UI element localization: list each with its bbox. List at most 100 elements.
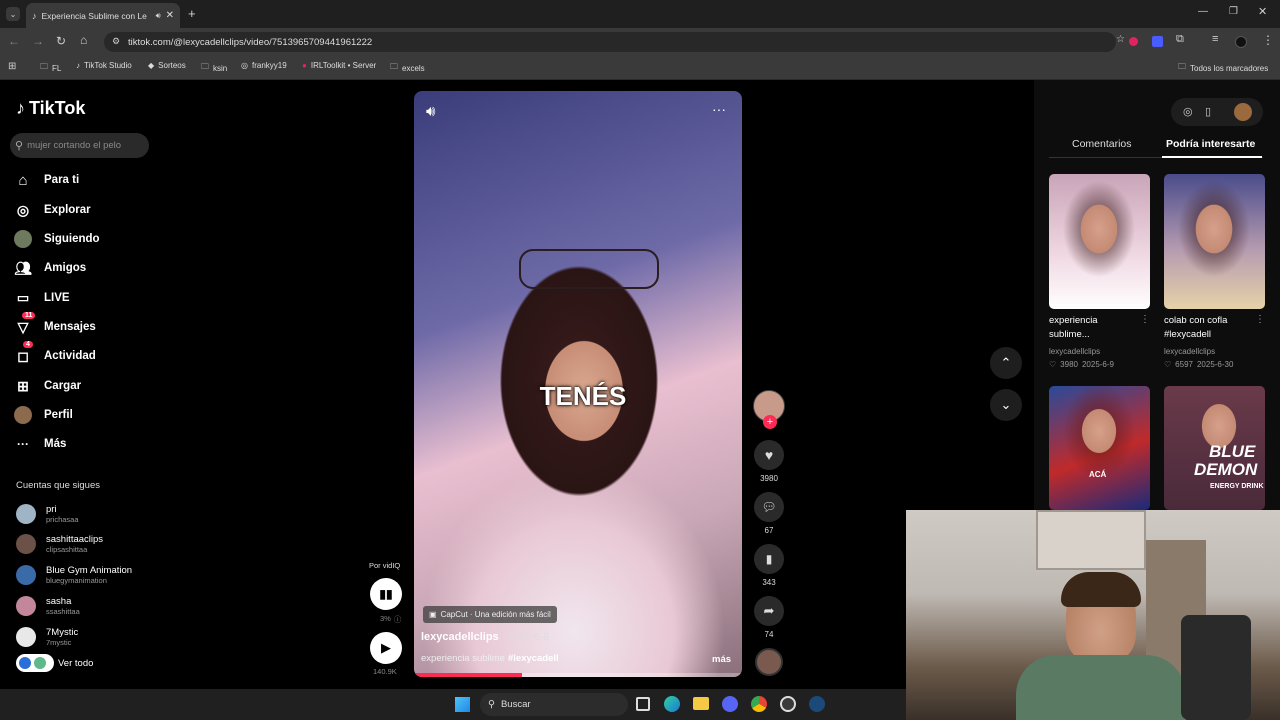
video-author[interactable]: lexycadellclips bbox=[421, 631, 499, 643]
recommended-card-4[interactable]: BLUE DEMON ENERGY DRINK bbox=[1164, 386, 1265, 510]
bookmark-irltoolkit[interactable]: ● IRLToolkit • Server bbox=[302, 61, 376, 70]
recommended-card-1[interactable] bbox=[1049, 174, 1150, 309]
nav-mas[interactable]: ··· Más bbox=[14, 432, 66, 456]
browser-menu-icon[interactable]: ⋮ bbox=[1262, 33, 1274, 47]
play-icon: ▶ bbox=[381, 640, 391, 655]
nav-mensajes[interactable]: ▽ 11 Mensajes bbox=[14, 312, 96, 339]
chrome-icon[interactable] bbox=[751, 696, 767, 712]
recommended-card-3[interactable]: ACÁ bbox=[1049, 386, 1150, 510]
card-1-more-icon[interactable]: ⋮ bbox=[1140, 314, 1150, 325]
search-input[interactable]: mujer cortando el pelo bbox=[27, 140, 121, 151]
tab-close-icon[interactable]: ✕ bbox=[166, 10, 174, 21]
all-bookmarks[interactable]: 🗀︎ Todos los marcadores bbox=[1178, 61, 1268, 75]
bookmark-tiktok-studio[interactable]: ♪ TikTok Studio bbox=[76, 61, 132, 70]
bookmark-sorteos[interactable]: ◆ Sorteos bbox=[148, 61, 186, 70]
device-icon[interactable]: ▯ bbox=[1205, 105, 1211, 118]
extensions-puzzle-icon[interactable]: ⧉ bbox=[1176, 33, 1184, 46]
next-video-button[interactable]: ⌄ bbox=[990, 389, 1022, 421]
recommended-card-2[interactable] bbox=[1164, 174, 1265, 309]
profile-avatar[interactable] bbox=[1235, 36, 1247, 48]
nav-explorar[interactable]: ◎ Explorar bbox=[14, 198, 91, 222]
forward-icon[interactable]: → bbox=[32, 34, 44, 48]
like-button[interactable]: ♥ 3980 bbox=[754, 440, 784, 483]
card-2-author[interactable]: lexycadellclips bbox=[1164, 347, 1215, 356]
description-more[interactable]: más bbox=[712, 654, 731, 665]
close-window-icon[interactable]: ✕ bbox=[1258, 5, 1267, 18]
account-sashittaaclips[interactable]: sashittaaclips clipsashittaa bbox=[16, 530, 103, 558]
nav-siguiendo[interactable]: Siguiendo bbox=[14, 227, 100, 251]
avatar bbox=[16, 596, 36, 616]
nav-actividad[interactable]: ◻ 4 Actividad bbox=[14, 341, 96, 368]
extension-toggle-icon[interactable] bbox=[16, 654, 54, 672]
tab-comentarios[interactable]: Comentarios bbox=[1072, 138, 1132, 150]
account-7mystic[interactable]: 7Mystic 7mystic bbox=[16, 623, 78, 651]
avatar bbox=[16, 504, 36, 524]
video-player[interactable]: 🔊︎ ··· TENÉS ▣ CapCut · Una edición más f… bbox=[414, 91, 742, 677]
card-2-more-icon[interactable]: ⋮ bbox=[1255, 314, 1265, 325]
edge-icon[interactable] bbox=[664, 696, 680, 712]
bookmark-fl[interactable]: 🗀︎ FL bbox=[40, 61, 61, 75]
tune-icon[interactable]: ⚙ bbox=[112, 36, 120, 47]
discord-icon[interactable] bbox=[722, 696, 738, 712]
capcut-tag[interactable]: ▣ CapCut · Una edición más fácil bbox=[423, 606, 557, 623]
new-tab-icon[interactable]: + bbox=[188, 6, 196, 21]
coin-icon[interactable]: ◎ bbox=[1183, 105, 1193, 118]
activity-badge: 4 bbox=[23, 341, 33, 348]
nav-live[interactable]: ▭ LIVE bbox=[14, 286, 70, 310]
site-info-icon[interactable]: ☆ bbox=[1116, 34, 1125, 45]
minimize-icon[interactable]: — bbox=[1198, 6, 1208, 17]
apps-grid-icon[interactable]: ⊞ bbox=[8, 61, 16, 72]
video-more-icon[interactable]: ··· bbox=[712, 101, 726, 117]
task-view-icon[interactable] bbox=[636, 697, 650, 711]
account-blue-gym[interactable]: Blue Gym Animation bluegymanimation bbox=[16, 561, 132, 589]
tab-list-icon[interactable]: ⌄ bbox=[6, 7, 20, 21]
reload-icon[interactable]: ↻ bbox=[56, 34, 66, 48]
nav-para-ti[interactable]: ⌂ Para ti bbox=[14, 168, 79, 192]
nav-perfil[interactable]: Perfil bbox=[14, 403, 73, 427]
share-button[interactable]: ➦ 74 bbox=[754, 596, 784, 639]
tab-podria-interesarte[interactable]: Podría interesarte bbox=[1166, 138, 1255, 150]
steam-icon[interactable] bbox=[809, 696, 825, 712]
extension-red-icon[interactable] bbox=[1129, 37, 1138, 46]
tiktok-logo[interactable]: ♪ TikTok bbox=[16, 98, 85, 119]
vidiq-play-button[interactable]: ▶ bbox=[370, 632, 402, 664]
author-avatar-button[interactable]: + bbox=[753, 390, 785, 429]
account-sasha[interactable]: sasha ssashittaa bbox=[16, 592, 80, 620]
browser-tab[interactable]: ♪ Experiencia Sublime con Le 🔊︎ ✕ bbox=[26, 3, 180, 28]
volume-icon[interactable]: 🔊︎ bbox=[426, 103, 435, 120]
hashtag-link[interactable]: #lexycadell bbox=[508, 653, 559, 664]
bookmark-excels[interactable]: 🗀︎ excels bbox=[390, 61, 425, 75]
save-button[interactable]: ▮ 343 bbox=[754, 544, 784, 587]
progress-track[interactable] bbox=[414, 673, 742, 677]
comment-button[interactable]: 💬︎ 67 bbox=[754, 492, 784, 535]
nav-amigos[interactable]: 👥︎ Amigos bbox=[14, 256, 86, 280]
reading-list-icon[interactable]: ≡ bbox=[1212, 33, 1218, 45]
extension-shield-icon[interactable] bbox=[1152, 36, 1163, 47]
bookmark-frankyy19[interactable]: ◎ frankyy19 bbox=[241, 61, 287, 70]
search-box[interactable]: ⚲ mujer cortando el pelo bbox=[10, 133, 149, 158]
file-explorer-icon[interactable] bbox=[693, 697, 709, 710]
vidiq-stats-button[interactable]: ▮▮ bbox=[370, 578, 402, 610]
obs-icon[interactable] bbox=[780, 696, 796, 712]
address-bar[interactable]: ⚙ tiktok.com/@lexycadellclips/video/7513… bbox=[104, 32, 1116, 52]
music-disc-avatar[interactable] bbox=[755, 648, 783, 676]
heart-outline-icon: ♡ bbox=[1164, 360, 1172, 369]
nav-cargar[interactable]: ⊞ Cargar bbox=[14, 374, 81, 398]
home-browser-icon[interactable]: ⌂ bbox=[80, 33, 87, 47]
prev-video-button[interactable]: ⌃ bbox=[990, 347, 1022, 379]
bookmark-ksin[interactable]: 🗀︎ ksin bbox=[201, 61, 227, 75]
user-avatar[interactable] bbox=[1234, 103, 1252, 121]
speaker-icon[interactable]: 🔊︎ bbox=[156, 11, 161, 21]
card-1-author[interactable]: lexycadellclips bbox=[1049, 347, 1100, 356]
card-2-title[interactable]: colab con cofla #lexycadell bbox=[1164, 314, 1227, 342]
see-all-link[interactable]: Ver todo bbox=[16, 654, 93, 672]
account-pri[interactable]: pri prichasaa bbox=[16, 500, 79, 528]
taskbar-search[interactable]: ⚲ Buscar bbox=[480, 693, 628, 716]
back-icon[interactable]: ← bbox=[8, 34, 20, 48]
upload-icon: ⊞ bbox=[17, 377, 29, 394]
cam-wall-shelf bbox=[1036, 510, 1146, 570]
follow-plus-icon[interactable]: + bbox=[763, 415, 777, 429]
restore-icon[interactable]: ❐ bbox=[1229, 6, 1238, 17]
windows-start-icon[interactable] bbox=[455, 697, 470, 712]
card-1-title[interactable]: experiencia sublime... bbox=[1049, 314, 1098, 342]
